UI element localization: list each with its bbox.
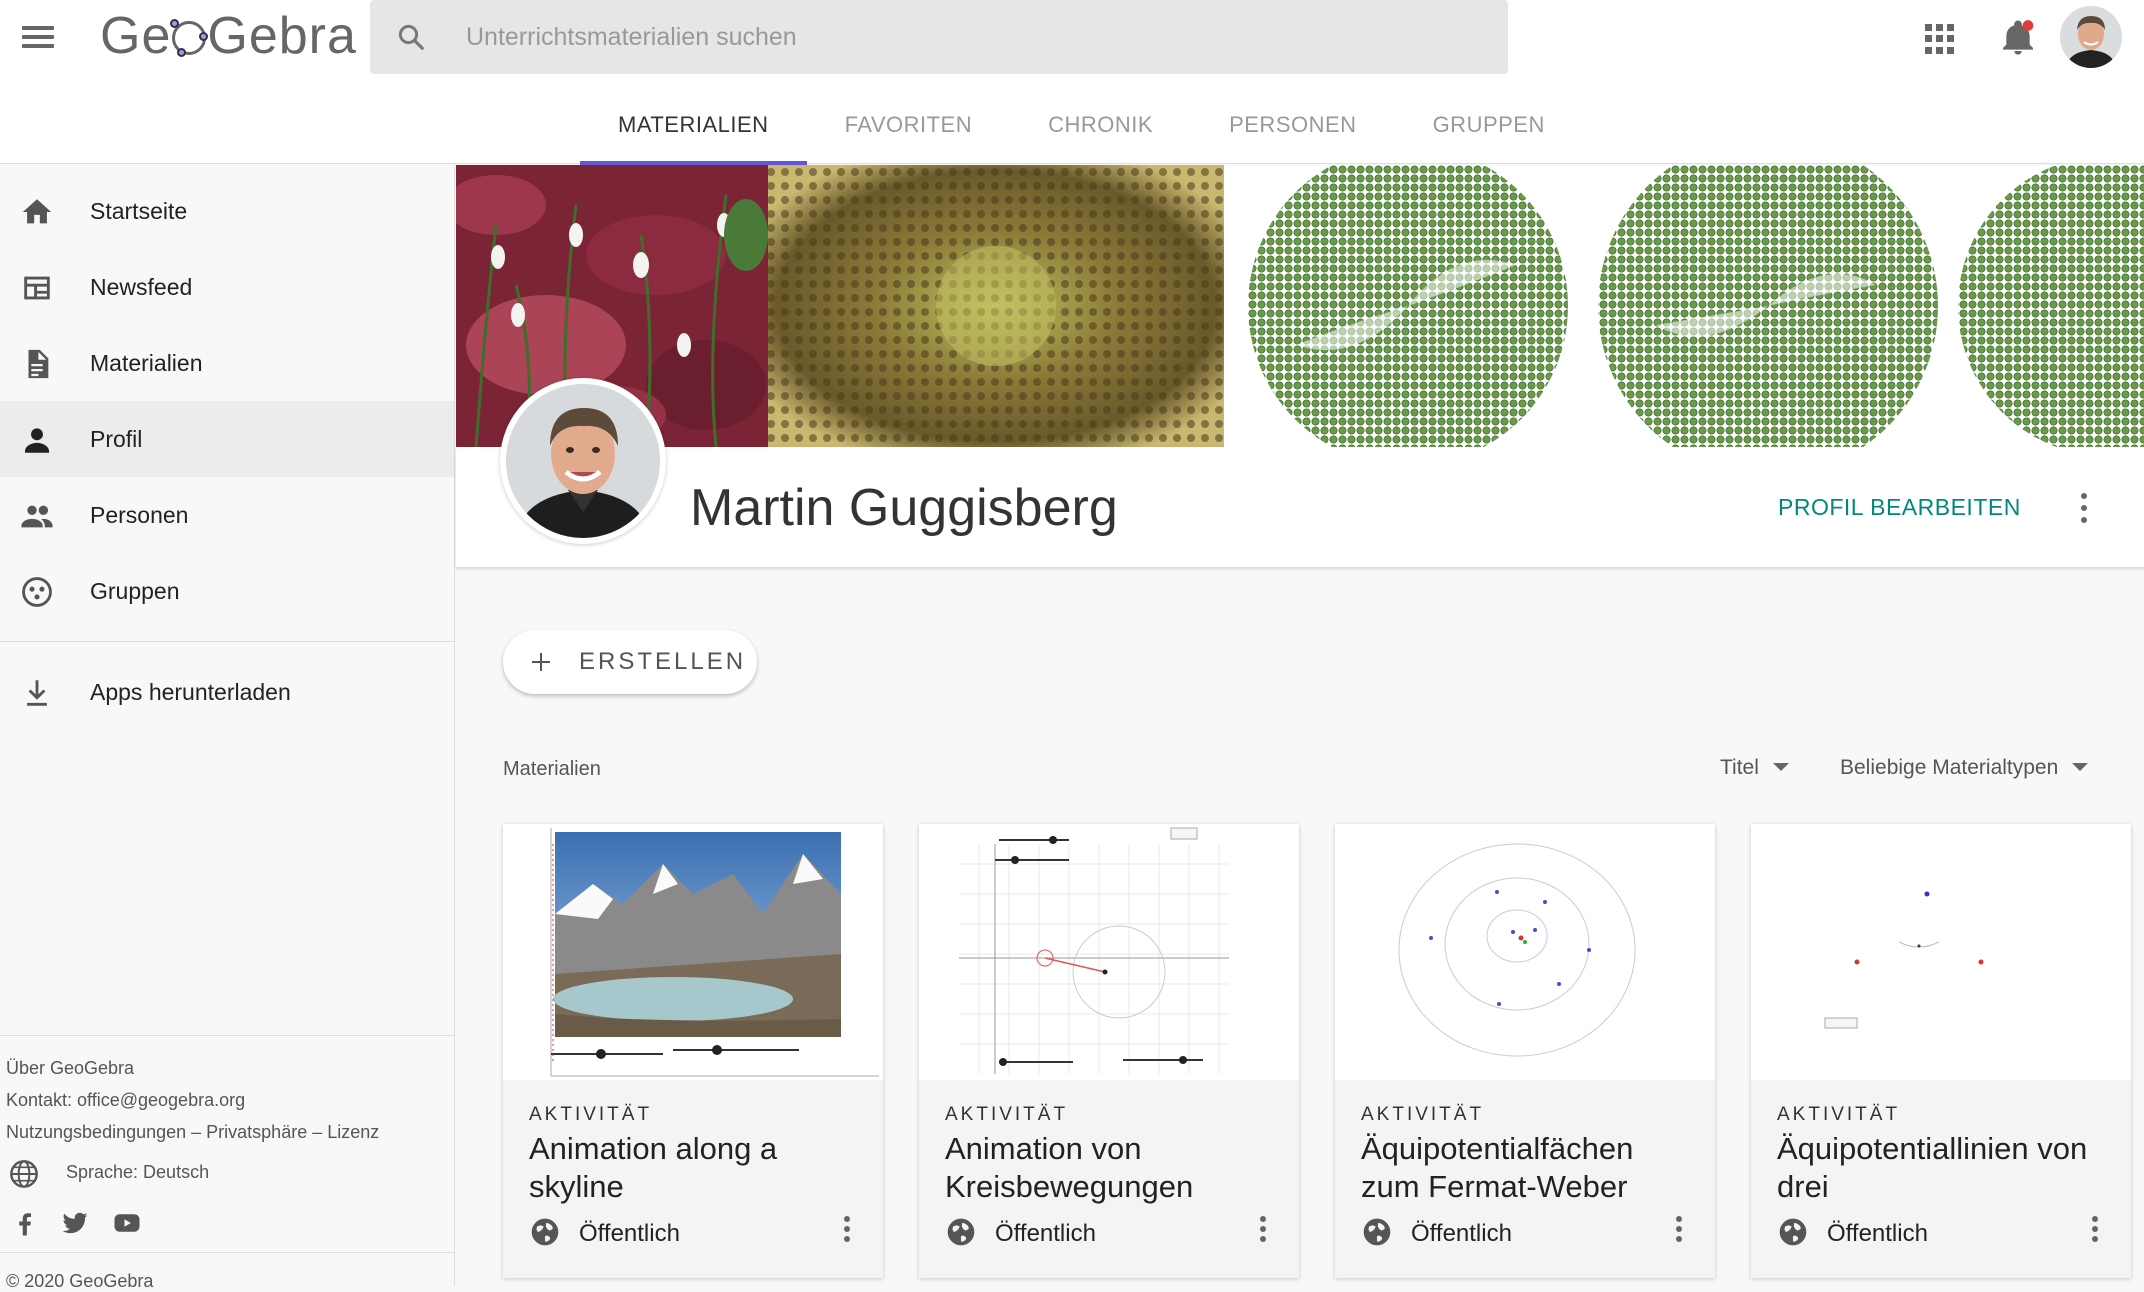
newsfeed-icon [24,276,50,300]
about-link[interactable]: Über GeoGebra [0,1052,455,1084]
search-icon[interactable] [396,22,426,52]
card-title: Äquipotentiallinien von drei [1777,1131,2088,1204]
apps-grid-icon[interactable] [1925,24,1955,54]
sidebar-item-profil[interactable]: Profil [0,401,454,477]
social-links [0,1196,455,1248]
search-bar[interactable] [370,0,1508,74]
card-visibility: Öffentlich [1411,1220,1512,1247]
material-card[interactable]: AKTIVITÄT Animation along a skyline Öffe… [503,824,883,1278]
material-type-label: Beliebige Materialtypen [1840,756,2059,779]
sidebar: Startseite Newsfeed Materialien Profil P… [0,165,455,1291]
sidebar-divider [0,641,454,642]
profile-banner [456,165,2144,447]
legal-links[interactable]: Nutzungsbedingungen – Privatsphäre – Liz… [0,1116,455,1148]
profile-name: Martin Guggisberg [690,479,1118,537]
material-thumbnail [503,824,883,1080]
materials-section-title: Materialien [503,758,601,780]
search-input[interactable] [466,0,1486,74]
globe-icon [947,1218,975,1246]
tab-favoriten[interactable]: FAVORITEN [807,94,1011,164]
card-more-options-icon[interactable] [1669,1214,1689,1244]
create-button[interactable]: ERSTELLEN [503,630,757,694]
notification-bell-icon[interactable] [1998,18,2038,58]
material-card[interactable]: AKTIVITÄT Äquipotentialfächen zum Fermat… [1335,824,1715,1278]
tab-materialien[interactable]: MATERIALIEN [580,94,807,165]
material-card[interactable]: AKTIVITÄT Animation von Kreisbewegungen … [919,824,1299,1278]
language-selector[interactable]: Sprache: Deutsch [0,1148,455,1196]
sidebar-item-label: Materialien [90,349,203,376]
sidebar-item-label: Profil [90,425,143,452]
material-thumbnail [919,824,1299,1080]
card-type: AKTIVITÄT [1777,1104,1901,1125]
download-icon [27,680,47,706]
people-icon [21,505,53,528]
home-icon [22,199,52,224]
sidebar-item-label: Apps herunterladen [90,678,291,705]
tab-chronik[interactable]: CHRONIK [1010,94,1191,164]
tab-personen[interactable]: PERSONEN [1191,94,1394,164]
material-type-dropdown[interactable]: Beliebige Materialtypen [1840,756,2089,780]
create-button-label: ERSTELLEN [579,648,747,675]
geogebra-logo[interactable]: Ge Gebra [100,6,357,66]
globe-icon [531,1218,559,1246]
sidebar-item-label: Personen [90,501,189,528]
sidebar-item-label: Newsfeed [90,273,193,300]
sidebar-item-label: Startseite [90,197,188,224]
person-icon [24,428,50,453]
card-more-options-icon[interactable] [2085,1214,2105,1244]
twitter-icon[interactable] [60,1208,90,1238]
card-visibility: Öffentlich [995,1220,1096,1247]
sidebar-item-startseite[interactable]: Startseite [0,173,454,249]
menu-icon[interactable] [18,22,58,52]
sort-label: Titel [1720,756,1759,779]
card-visibility: Öffentlich [579,1220,680,1247]
material-thumbnail [1751,824,2131,1080]
copyright-text: © 2020 GeoGebra [0,1252,455,1292]
card-visibility: Öffentlich [1827,1220,1928,1247]
globe-icon [1779,1218,1807,1246]
edit-profile-button[interactable]: PROFIL BEARBEITEN [1778,494,2021,521]
card-type: AKTIVITÄT [529,1104,653,1125]
sort-dropdown[interactable]: Titel [1720,756,1789,780]
sidebar-item-materialien[interactable]: Materialien [0,325,454,401]
tab-gruppen[interactable]: GRUPPEN [1395,94,1583,164]
top-header: GeGebra MATERIALIEN FAVORITEN CHRONIK PE… [0,0,2144,165]
profile-more-options-icon[interactable] [2072,490,2096,526]
globe-icon [10,1160,38,1188]
user-avatar[interactable] [2060,6,2122,68]
material-card[interactable]: AKTIVITÄT Äquipotentiallinien von drei Ö… [1751,824,2131,1278]
groups-icon [22,577,52,607]
material-thumbnail [1335,824,1715,1080]
plus-icon [532,653,550,671]
profile-avatar [500,378,666,544]
sidebar-item-personen[interactable]: Personen [0,477,454,553]
card-type: AKTIVITÄT [1361,1104,1485,1125]
document-icon [28,349,49,379]
sidebar-item-newsfeed[interactable]: Newsfeed [0,249,454,325]
sidebar-item-apps-download[interactable]: Apps herunterladen [0,654,454,730]
sidebar-item-gruppen[interactable]: Gruppen [0,553,454,629]
sidebar-item-label: Gruppen [90,577,180,604]
dropdown-arrow-icon [2072,763,2089,771]
card-more-options-icon[interactable] [837,1214,857,1244]
card-title: Äquipotentialfächen zum Fermat-Weber [1361,1131,1634,1204]
card-type: AKTIVITÄT [945,1104,1069,1125]
sidebar-footer: Über GeoGebra Kontakt: office@geogebra.o… [0,1035,455,1248]
card-more-options-icon[interactable] [1253,1214,1273,1244]
facebook-icon[interactable] [10,1208,40,1238]
language-label: Sprache: Deutsch [66,1162,210,1182]
globe-icon [1363,1218,1391,1246]
card-title: Animation von Kreisbewegungen [945,1131,1194,1204]
profile-tabs: MATERIALIEN FAVORITEN CHRONIK PERSONEN G… [580,94,1583,165]
card-title: Animation along a skyline [529,1131,778,1204]
dropdown-arrow-icon [1772,763,1789,771]
contact-link[interactable]: Kontakt: office@geogebra.org [0,1084,455,1116]
youtube-icon[interactable] [112,1208,142,1238]
